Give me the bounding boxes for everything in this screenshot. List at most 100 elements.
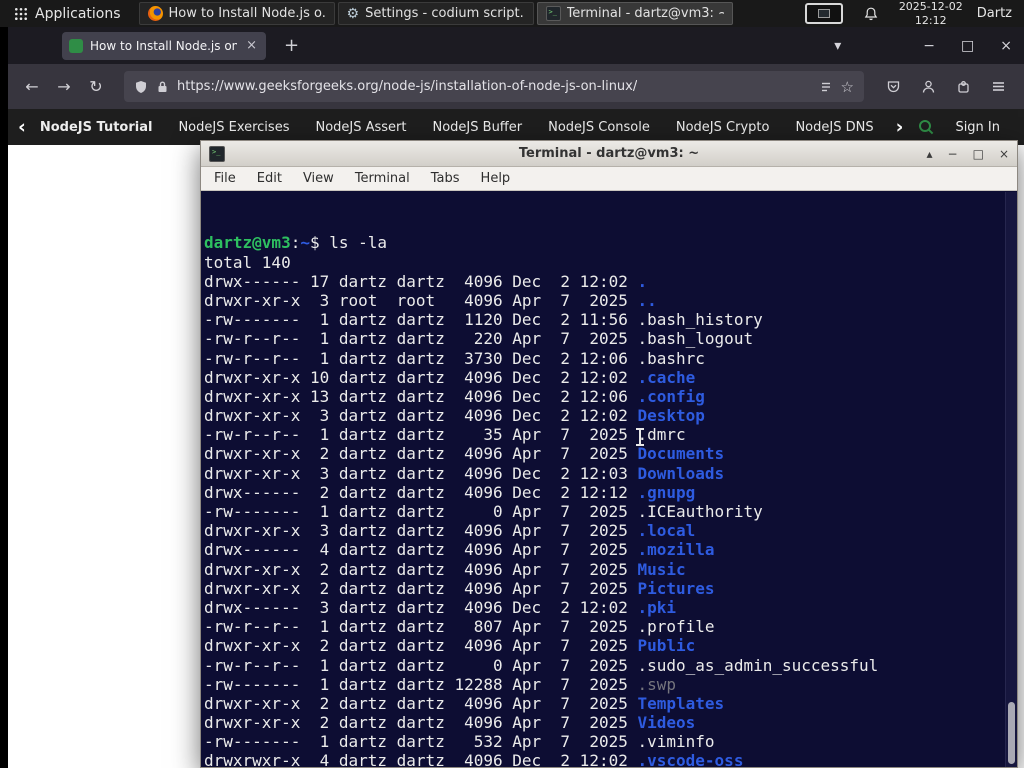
- terminal-screen[interactable]: dartz@vm3:~$ ls -la total 140 drwx------ 1…: [201, 192, 1017, 767]
- workspace-pager[interactable]: [804, 3, 843, 24]
- file-row: drwxr-xr-x 2 dartz dartz 4096 Apr 7 2025…: [204, 559, 686, 579]
- file-row: drwxr-xr-x 3 dartz dartz 4096 Apr 7 2025…: [204, 521, 696, 541]
- nav-link-nodejs-assert[interactable]: NodeJS Assert: [315, 120, 406, 135]
- nav-link-nodejs-buffer[interactable]: NodeJS Buffer: [433, 120, 523, 135]
- file-row: drwxr-xr-x 2 dartz dartz 4096 Apr 7 2025…: [204, 713, 696, 733]
- file-row: drwxr-xr-x 2 dartz dartz 4096 Apr 7 2025…: [204, 444, 725, 464]
- forward-button[interactable]: →: [52, 77, 76, 96]
- notification-bell-icon[interactable]: [863, 6, 879, 22]
- desktop: How to Install Node.js on... × + ▾ − □ ×…: [0, 0, 1024, 768]
- extensions-icon[interactable]: [956, 79, 971, 94]
- file-row: -rw------- 1 dartz dartz 1120 Dec 2 11:5…: [204, 310, 763, 330]
- taskbar-item-browser[interactable]: How to Install Node.js o...: [138, 2, 335, 25]
- file-row: drwxrwxr-x 4 dartz dartz 4096 Dec 2 12:0…: [204, 751, 744, 767]
- terminal-titlebar[interactable]: Terminal - dartz@vm3: ~ ▴ − □ ×: [201, 141, 1017, 167]
- tab-close-icon[interactable]: ×: [244, 38, 259, 53]
- settings-gear-icon: ⚙: [346, 5, 360, 22]
- applications-menu-button[interactable]: Applications: [6, 1, 129, 26]
- file-row: drwx------ 3 dartz dartz 4096 Dec 2 12:0…: [204, 597, 677, 617]
- bookmark-star-icon[interactable]: ☆: [841, 78, 854, 96]
- back-button[interactable]: ←: [20, 77, 44, 96]
- nav-link-nodejs-console[interactable]: NodeJS Console: [548, 120, 650, 135]
- nav-scroll-left-icon[interactable]: ‹: [18, 117, 26, 137]
- lock-icon[interactable]: [156, 80, 169, 94]
- pocket-icon[interactable]: [886, 79, 901, 94]
- new-tab-button[interactable]: +: [276, 35, 307, 56]
- terminal-scrollbar[interactable]: [1005, 192, 1017, 767]
- url-text[interactable]: https://www.geeksforgeeks.org/node-js/in…: [177, 79, 637, 94]
- file-row: drwx------ 4 dartz dartz 4096 Apr 7 2025…: [204, 540, 715, 560]
- nav-link-nodejs-tutorial[interactable]: NodeJS Tutorial: [40, 120, 153, 135]
- tab-title: How to Install Node.js on...: [90, 38, 238, 53]
- clock-time: 12:12: [914, 13, 947, 27]
- browser-toolbar: ← → ↻ https://www.geeksforgeeks.org/node…: [8, 64, 1024, 109]
- file-row: drwxr-xr-x 2 dartz dartz 4096 Apr 7 2025…: [204, 578, 715, 598]
- file-row: drwxr-xr-x 3 dartz dartz 4096 Dec 2 12:0…: [204, 406, 705, 426]
- nav-link-nodejs-exercises[interactable]: NodeJS Exercises: [178, 120, 289, 135]
- account-icon[interactable]: [921, 79, 936, 94]
- file-row: drwxr-xr-x 10 dartz dartz 4096 Dec 2 12:…: [204, 367, 696, 387]
- scrollbar-thumb[interactable]: [1008, 702, 1015, 764]
- site-favicon-icon: [69, 38, 83, 53]
- prompt-line: dartz@vm3:~$ ls -la: [204, 233, 388, 253]
- terminal-title: Terminal - dartz@vm3: ~: [518, 146, 700, 161]
- window-maximize-button[interactable]: □: [961, 38, 974, 54]
- tracking-shield-icon[interactable]: [134, 80, 148, 94]
- file-row: drwxr-xr-x 2 dartz dartz 4096 Apr 7 2025…: [204, 636, 696, 656]
- file-row: -rw-r--r-- 1 dartz dartz 0 Apr 7 2025 .s…: [204, 655, 879, 675]
- file-row: -rw-r--r-- 1 dartz dartz 35 Apr 7 2025 .…: [204, 425, 686, 445]
- terminal-output: dartz@vm3:~$ ls -la total 140 drwx------ 1…: [204, 233, 1017, 767]
- clock-date: 2025-12-02: [898, 0, 963, 13]
- text-cursor-pointer: [636, 428, 644, 446]
- nav-link-nodejs-dns[interactable]: NodeJS DNS: [795, 120, 873, 135]
- browser-tab-bar: How to Install Node.js on... × + ▾ − □ ×: [8, 27, 1024, 64]
- list-all-tabs-icon[interactable]: ▾: [834, 38, 841, 54]
- terminal-maximize-button[interactable]: □: [973, 147, 984, 161]
- applications-grid-icon: [14, 7, 28, 21]
- menu-view[interactable]: View: [303, 171, 334, 186]
- file-row: drwxr-xr-x 3 dartz dartz 4096 Dec 2 12:0…: [204, 463, 725, 483]
- taskbar-item-terminal[interactable]: Terminal - dartz@vm3: ~: [536, 2, 733, 25]
- menu-terminal[interactable]: Terminal: [355, 171, 410, 186]
- terminal-shade-button[interactable]: ▴: [927, 147, 933, 161]
- taskbar-item-settings[interactable]: ⚙ Settings - codium script...: [337, 2, 534, 25]
- file-row: -rw-r--r-- 1 dartz dartz 3730 Dec 2 12:0…: [204, 348, 705, 368]
- menu-edit[interactable]: Edit: [257, 171, 282, 186]
- terminal-minimize-button[interactable]: −: [948, 147, 958, 161]
- file-row: drwx------ 2 dartz dartz 4096 Dec 2 12:1…: [204, 482, 696, 502]
- nav-link-nodejs-crypto[interactable]: NodeJS Crypto: [676, 120, 770, 135]
- applications-label: Applications: [35, 5, 121, 22]
- file-row: -rw------- 1 dartz dartz 12288 Apr 7 202…: [204, 674, 677, 694]
- terminal-app-icon: [209, 145, 225, 162]
- file-row: -rw-r--r-- 1 dartz dartz 807 Apr 7 2025 …: [204, 617, 715, 637]
- file-row: drwxr-xr-x 2 dartz dartz 4096 Apr 7 2025…: [204, 693, 725, 713]
- reader-mode-icon[interactable]: [819, 80, 833, 94]
- file-row: drwxr-xr-x 3 root root 4096 Apr 7 2025 .…: [204, 290, 657, 310]
- menu-help[interactable]: Help: [481, 171, 511, 186]
- window-task-list: How to Install Node.js o... ⚙ Settings -…: [138, 2, 795, 25]
- total-line: total 140: [204, 252, 291, 272]
- panel-clock[interactable]: 2025-12-02 12:12: [899, 0, 963, 27]
- terminal-icon: [545, 6, 561, 21]
- terminal-window: Terminal - dartz@vm3: ~ ▴ − □ × File Edi…: [200, 140, 1018, 768]
- session-user-label[interactable]: Dartz: [977, 6, 1012, 21]
- terminal-close-button[interactable]: ×: [999, 147, 1009, 161]
- site-nav: NodeJS Tutorial NodeJS Exercises NodeJS …: [40, 120, 882, 135]
- menu-file[interactable]: File: [214, 171, 236, 186]
- window-minimize-button[interactable]: −: [923, 38, 935, 54]
- workspace-window-thumb: [817, 9, 830, 18]
- file-row: drwxr-xr-x 13 dartz dartz 4096 Dec 2 12:…: [204, 386, 705, 406]
- top-panel: Applications How to Install Node.js o...…: [0, 0, 1024, 27]
- file-row: -rw------- 1 dartz dartz 0 Apr 7 2025 .I…: [204, 502, 763, 522]
- menu-hamburger-icon[interactable]: [991, 79, 1006, 94]
- file-row: drwx------ 17 dartz dartz 4096 Dec 2 12:…: [204, 271, 648, 291]
- nav-scroll-right-icon[interactable]: ›: [896, 117, 904, 137]
- firefox-icon: [147, 6, 163, 21]
- window-close-button[interactable]: ×: [1000, 38, 1012, 54]
- search-icon[interactable]: [917, 118, 935, 136]
- menu-tabs[interactable]: Tabs: [431, 171, 460, 186]
- reload-button[interactable]: ↻: [84, 77, 108, 96]
- sign-in-link[interactable]: Sign In: [955, 120, 1000, 135]
- url-bar[interactable]: https://www.geeksforgeeks.org/node-js/in…: [124, 71, 864, 102]
- browser-tab[interactable]: How to Install Node.js on... ×: [62, 31, 266, 60]
